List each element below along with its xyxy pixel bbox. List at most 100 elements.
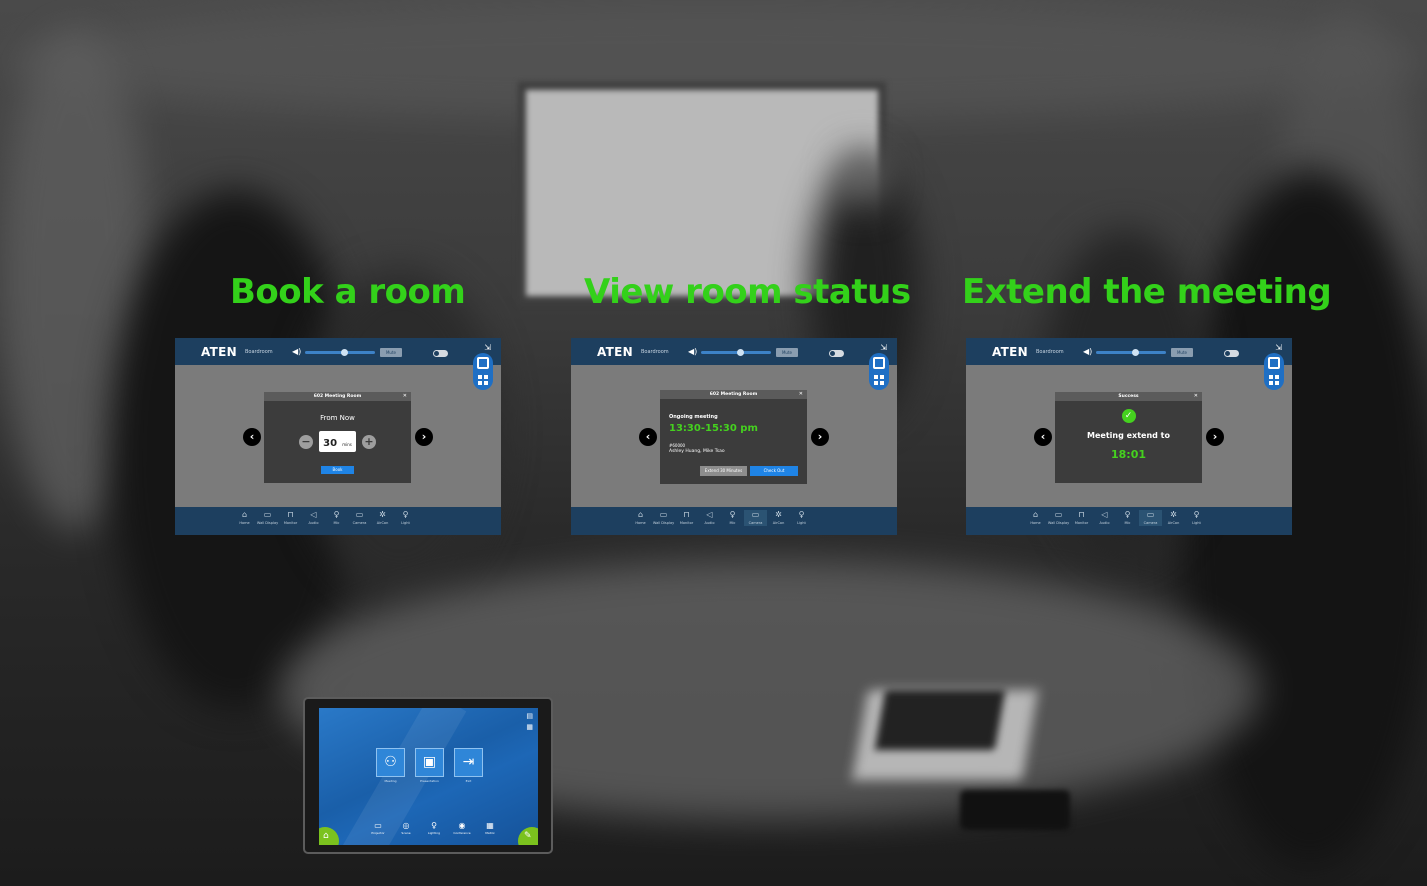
logout-icon[interactable]: ⇲	[1275, 343, 1282, 352]
bg-laptop-keyboard	[874, 690, 1006, 750]
nav-items: ⌂ Home ▭ Wall Display ⊓ Monitor ◁ Audio ♀ Mic ▭ Cam…	[629, 510, 813, 526]
nav-item-wall-display[interactable]: ▭ Wall Display	[652, 510, 675, 526]
next-arrow-button[interactable]: ›	[811, 428, 829, 446]
nav-item-home[interactable]: ⌂ Home	[629, 510, 652, 526]
meeting-host: #60000	[669, 443, 686, 448]
side-menu	[473, 353, 493, 390]
home-corner-icon[interactable]: ⌂	[319, 827, 339, 845]
mute-button[interactable]: Mute	[1171, 348, 1193, 357]
nav-item-home[interactable]: ⌂ Home	[1024, 510, 1047, 526]
calendar-icon[interactable]: ▤	[526, 712, 533, 720]
logout-icon[interactable]: ⇲	[880, 343, 887, 352]
bg-presenter-head	[840, 150, 884, 206]
nav-item-monitor[interactable]: ⊓ Monitor	[1070, 510, 1093, 526]
aten-logo: ATEN	[597, 345, 633, 359]
tablet-app-presentation[interactable]: ▣ Presentation	[415, 748, 444, 783]
nav-item-light[interactable]: ♀ Light	[394, 510, 417, 526]
home-icon: ⌂	[1032, 510, 1039, 519]
next-arrow-button[interactable]: ›	[415, 428, 433, 446]
nav-item-label: Mic	[1124, 521, 1131, 525]
monitor-icon: ⊓	[1078, 510, 1085, 519]
nav-item-label: Mic	[729, 521, 736, 525]
extend-button[interactable]: Extend 30 Minutes	[700, 466, 747, 476]
status-dialog: 602 Meeting Room ✕ Ongoing meeting 13:30…	[660, 390, 807, 484]
power-toggle[interactable]	[829, 350, 844, 357]
next-arrow-button[interactable]: ›	[1206, 428, 1224, 446]
power-toggle[interactable]	[433, 350, 448, 357]
nav-item-camera[interactable]: ▭ Camera	[744, 510, 767, 526]
nav-item-wall-display[interactable]: ▭ Wall Display	[1047, 510, 1070, 526]
nav-item-mic[interactable]: ♀ Mic	[325, 510, 348, 526]
settings-corner-icon[interactable]: ✎	[518, 827, 538, 845]
success-message: Meeting extend to	[1087, 431, 1170, 440]
calendar-icon[interactable]	[477, 357, 489, 369]
duration-value[interactable]: 30 mins	[319, 431, 356, 452]
nav-item-home[interactable]: ⌂ Home	[233, 510, 256, 526]
nav-item-aircon[interactable]: ✲ AirCon	[371, 510, 394, 526]
book-button[interactable]: Book	[321, 466, 354, 474]
nav-item-label: Light	[401, 521, 410, 525]
apps-grid-icon[interactable]: ▦	[526, 723, 533, 731]
light-icon: ♀	[402, 510, 409, 519]
duration-unit: mins	[342, 442, 352, 447]
calendar-icon[interactable]	[1268, 357, 1280, 369]
nav-item-camera[interactable]: ▭ Camera	[348, 510, 371, 526]
apps-grid-icon[interactable]	[478, 375, 488, 385]
apps-grid-icon[interactable]	[1269, 375, 1279, 385]
nav-item-aircon[interactable]: ✲ AirCon	[1162, 510, 1185, 526]
tablet-nav-scene[interactable]: ◎ Scene	[395, 821, 417, 835]
tablet-app-exit[interactable]: ⇥ Exit	[454, 748, 483, 783]
nav-item-monitor[interactable]: ⊓ Monitor	[675, 510, 698, 526]
close-icon[interactable]: ✕	[403, 392, 407, 401]
power-toggle[interactable]	[1224, 350, 1239, 357]
nav-item-light[interactable]: ♀ Light	[790, 510, 813, 526]
minus-button[interactable]: −	[299, 435, 313, 449]
calendar-icon[interactable]	[873, 357, 885, 369]
audio-icon: ◁	[310, 510, 317, 519]
tablet-nav-projector[interactable]: ▭ Projector	[367, 821, 389, 835]
meeting-icon: ⚇	[376, 748, 405, 777]
prev-arrow-button[interactable]: ‹	[1034, 428, 1052, 446]
plus-button[interactable]: +	[362, 435, 376, 449]
prev-arrow-button[interactable]: ‹	[639, 428, 657, 446]
audio-icon: ◁	[1101, 510, 1108, 519]
nav-item-audio[interactable]: ◁ Audio	[302, 510, 325, 526]
nav-item-wall-display[interactable]: ▭ Wall Display	[256, 510, 279, 526]
tablet-nav-lighting[interactable]: ♀ Lighting	[423, 821, 445, 835]
mute-button[interactable]: Mute	[380, 348, 402, 357]
volume-slider-knob[interactable]	[736, 349, 744, 356]
nav-items: ⌂ Home ▭ Wall Display ⊓ Monitor ◁ Audio ♀ Mic ▭ Cam…	[233, 510, 417, 526]
tablet-nav-conference[interactable]: ◉ Conference	[451, 821, 473, 835]
close-icon[interactable]: ✕	[799, 390, 803, 399]
wall-display-icon: ▭	[1054, 510, 1063, 519]
close-icon[interactable]: ✕	[1194, 392, 1198, 401]
nav-item-monitor[interactable]: ⊓ Monitor	[279, 510, 302, 526]
nav-item-light[interactable]: ♀ Light	[1185, 510, 1208, 526]
scene-icon: ◎	[402, 821, 410, 830]
apps-grid-icon[interactable]	[874, 375, 884, 385]
tablet-app-meeting[interactable]: ⚇ Meeting	[376, 748, 405, 783]
logout-icon[interactable]: ⇲	[484, 343, 491, 352]
meeting-status: Ongoing meeting	[669, 414, 718, 420]
mute-button[interactable]: Mute	[776, 348, 798, 357]
duration-stepper: − 30 mins +	[299, 431, 376, 453]
nav-item-label: Wall Display	[256, 521, 279, 525]
nav-items: ⌂ Home ▭ Wall Display ⊓ Monitor ◁ Audio ♀ Mic ▭ Cam…	[1024, 510, 1208, 526]
nav-item-label: Mic	[333, 521, 340, 525]
aircon-icon: ✲	[379, 510, 386, 519]
nav-item-mic[interactable]: ♀ Mic	[1116, 510, 1139, 526]
tablet-device: ▤ ▦ ⚇ Meeting ▣ Presentation ⇥ Exit ▭ Projecto…	[303, 697, 553, 854]
tablet-nav-matrix[interactable]: ▦ Matrix	[479, 821, 501, 835]
volume-slider-knob[interactable]	[340, 349, 348, 356]
nav-item-label: Audio	[704, 521, 715, 525]
heading-extend-meeting: Extend the meeting	[962, 272, 1332, 312]
nav-item-mic[interactable]: ♀ Mic	[721, 510, 744, 526]
checkout-button[interactable]: Check Out	[750, 466, 798, 476]
nav-item-audio[interactable]: ◁ Audio	[698, 510, 721, 526]
nav-item-camera[interactable]: ▭ Camera	[1139, 510, 1162, 526]
dialog-header: 602 Meeting Room ✕	[264, 392, 411, 401]
volume-slider-knob[interactable]	[1131, 349, 1139, 356]
nav-item-aircon[interactable]: ✲ AirCon	[767, 510, 790, 526]
nav-item-audio[interactable]: ◁ Audio	[1093, 510, 1116, 526]
prev-arrow-button[interactable]: ‹	[243, 428, 261, 446]
